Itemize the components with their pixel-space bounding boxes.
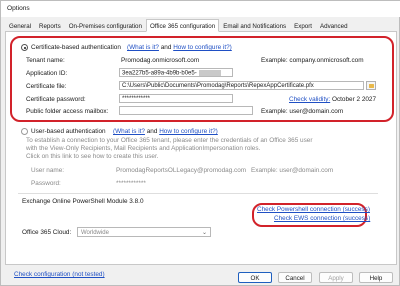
user-auth-help-links: (What is it? and How to configure it?) [113,128,218,135]
check-powershell-link[interactable]: Check Powershell connection (success) [257,206,370,213]
cert-how-to-link[interactable]: How to configure it?) [173,44,232,51]
cloud-selected: Worldwide [81,229,109,236]
mailbox-label: Public folder access mailbox: [26,108,109,115]
tab-office-365-configuration[interactable]: Office 365 configuration [145,19,220,32]
app-id-value: 3ea227b5-a89a-4b9b-b0e5- [122,70,197,77]
cloud-label: Office 365 Cloud: [22,229,72,236]
user-auth-label: User-based authentication [31,128,106,135]
cert-what-is-it-link[interactable]: (What is it? [127,44,159,51]
tenant-name-value[interactable]: Promodag.onmicrosoft.com [121,57,199,64]
cert-file-label: Certificate file: [26,83,67,90]
user-auth-desc-2: with the View-Only Recipients, Mail Reci… [26,145,261,152]
section-divider [18,193,378,194]
username-label: User name: [31,167,65,174]
check-ews-link[interactable]: Check EWS connection (success) [274,215,370,222]
cert-and-text: and [158,44,174,51]
chevron-down-icon: ⌄ [201,230,207,236]
cloud-select[interactable]: Worldwide ⌄ [77,227,211,237]
user-what-is-it-link[interactable]: (What is it? [113,128,145,135]
username-example: Example: user@domain.com [251,167,334,174]
cert-password-value: ************ [122,96,151,102]
user-and-text: and [144,128,160,135]
check-configuration-link[interactable]: Check configuration (not tested) [14,271,105,278]
office-365-panel: Certificate-based authentication (What i… [5,31,397,265]
options-window: Options General Reports On-Premises conf… [0,0,400,286]
cert-file-value: C:\Users\Public\Documents\Promodag\Repor… [122,83,314,89]
help-button[interactable]: Help [359,272,393,283]
tenant-example: Example: company.onmicrosoft.com [261,57,364,64]
username-value[interactable]: PromodagReportsOLLegacy@promodag.com [116,167,246,174]
cert-auth-help-links: (What is it? and How to configure it?) [127,44,232,51]
window-title: Options [7,5,30,12]
app-id-input[interactable]: 3ea227b5-a89a-4b9b-b0e5- [119,68,233,77]
validity-group: Check validity: October 2 2027 [289,96,376,103]
cancel-button[interactable]: Cancel [278,272,312,283]
folder-icon [369,84,374,88]
title-bar: Options [1,1,400,17]
user-auth-desc-3: Click on this link to see how to create … [26,153,159,160]
app-id-label: Application ID: [26,70,68,77]
redacted-block [198,70,221,76]
apply-button[interactable]: Apply [319,272,353,283]
password-value[interactable]: ************ [116,180,146,187]
tenant-name-label: Tenant name: [26,57,65,64]
cert-password-input[interactable]: ************ [119,94,233,103]
cert-file-input[interactable]: C:\Users\Public\Documents\Promodag\Repor… [119,81,364,90]
validity-date: October 2 2027 [330,96,377,103]
browse-folder-button[interactable] [366,81,376,90]
module-version: Exchange Online PowerShell Module 3.8.0 [22,198,144,205]
password-label: Password: [31,180,61,187]
cert-password-label: Certificate password: [26,96,86,103]
cert-auth-label: Certificate-based authentication [31,44,121,51]
mailbox-example: Example: user@domain.com [261,108,344,115]
user-auth-desc-1: To establish a connection to your Office… [26,137,313,144]
check-validity-link[interactable]: Check validity: [289,96,330,103]
ok-button[interactable]: OK [238,272,272,283]
user-auth-radio[interactable] [21,128,28,135]
cert-auth-radio[interactable] [21,44,28,51]
mailbox-input[interactable] [119,106,253,115]
user-how-to-link[interactable]: How to configure it?) [159,128,218,135]
